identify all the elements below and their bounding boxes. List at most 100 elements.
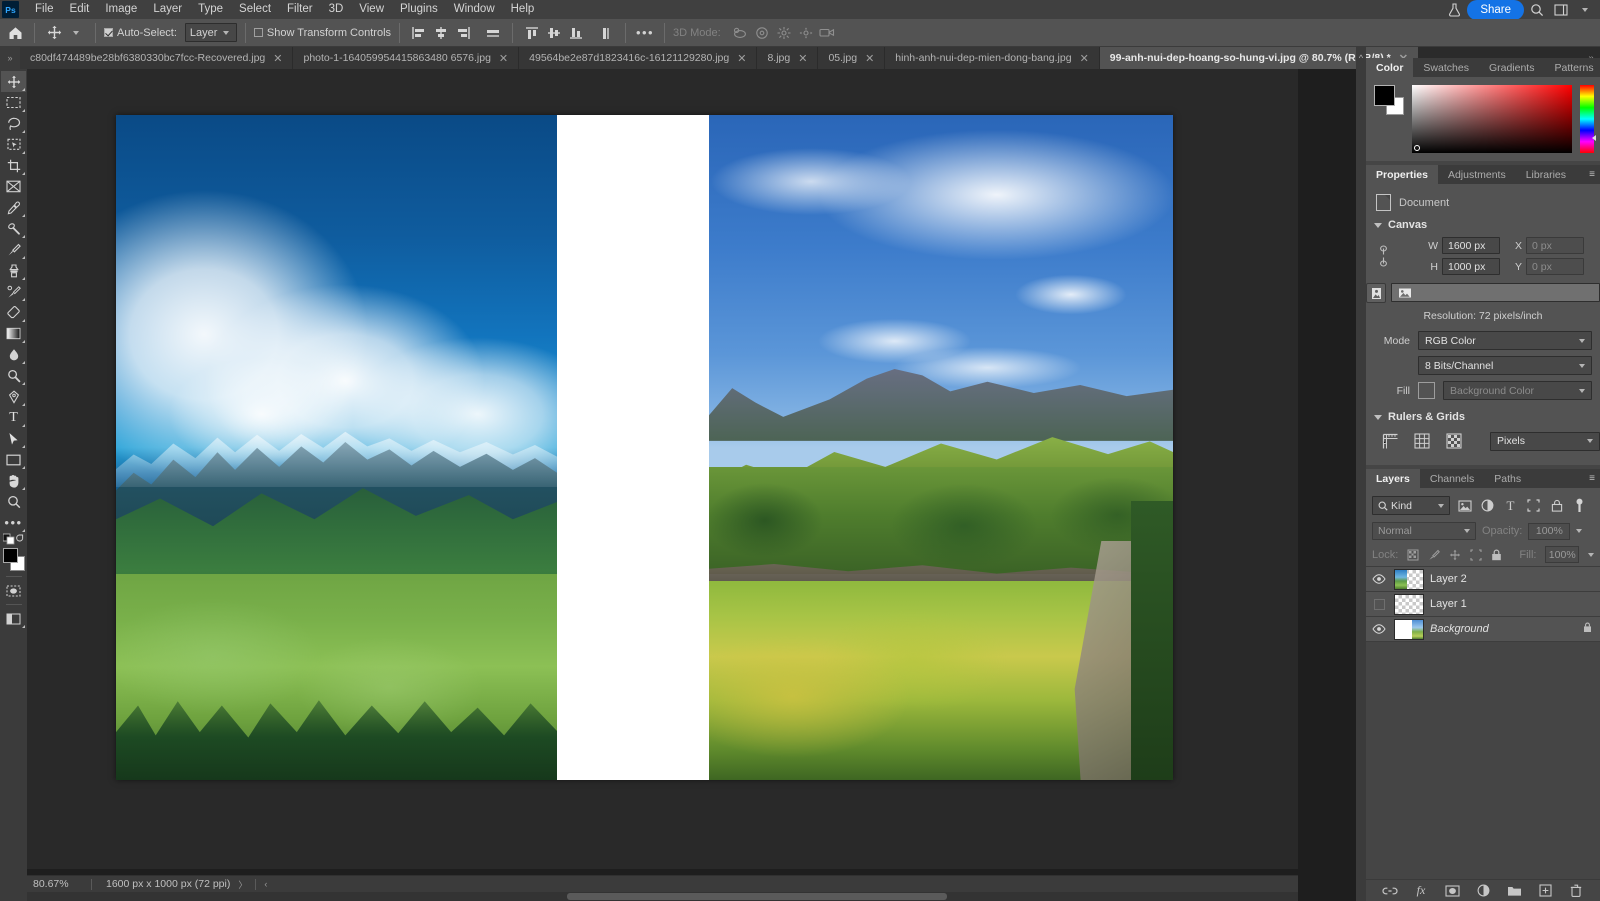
lock-image-pixels-icon[interactable]	[1428, 548, 1441, 562]
tab-gradients[interactable]: Gradients	[1478, 58, 1545, 77]
delete-layer-icon[interactable]	[1568, 883, 1584, 899]
fill-input[interactable]: 100%	[1545, 546, 1579, 563]
filter-shape-icon[interactable]	[1525, 497, 1542, 514]
adjustment-layer-icon[interactable]	[1475, 883, 1491, 899]
lock-position-icon[interactable]	[1449, 548, 1461, 562]
move-tool-icon[interactable]	[43, 22, 65, 44]
home-icon[interactable]	[4, 22, 26, 44]
tab-document-6[interactable]: hinh-anh-nui-dep-mien-dong-bang.jpg ✕	[885, 47, 1100, 69]
layer-thumbnail[interactable]	[1394, 568, 1424, 590]
tool-eraser[interactable]	[1, 302, 26, 323]
layer-row-layer-1[interactable]: Layer 1	[1366, 592, 1600, 617]
portrait-orientation-icon[interactable]	[1366, 283, 1386, 303]
status-expand-icon[interactable]: 〉	[230, 878, 255, 891]
tool-rectangle[interactable]	[1, 449, 26, 470]
move-tool-flyout-chevron-down-icon[interactable]	[65, 22, 87, 44]
color-mode-dropdown[interactable]: RGB Color	[1418, 331, 1592, 350]
width-input[interactable]: 1600 px	[1442, 237, 1500, 254]
tab-document-5[interactable]: 05.jpg ✕	[818, 47, 886, 69]
flask-icon[interactable]	[1443, 0, 1465, 21]
tool-frame[interactable]	[1, 176, 26, 197]
color-panel-swatches[interactable]	[1374, 85, 1404, 115]
workspace-icon[interactable]	[1550, 0, 1572, 21]
tool-horizontal-type[interactable]: T	[1, 407, 26, 428]
screen-mode-icon[interactable]	[1, 608, 26, 629]
link-dimensions-icon[interactable]	[1372, 245, 1394, 267]
landscape-orientation-icon[interactable]	[1391, 283, 1600, 302]
rulers-grids-section-header[interactable]: Rulers & Grids	[1366, 407, 1600, 427]
tab-document-4[interactable]: 8.jpg ✕	[757, 47, 819, 69]
color-spectrum-field[interactable]	[1412, 85, 1572, 153]
menu-filter[interactable]: Filter	[279, 0, 321, 19]
align-vertical-centers-icon[interactable]	[543, 22, 565, 44]
opacity-input[interactable]: 100%	[1528, 522, 1571, 540]
layer-name[interactable]: Layer 2	[1430, 573, 1600, 585]
tool-object-selection[interactable]	[1, 134, 26, 155]
fill-color-swatch[interactable]	[1418, 382, 1435, 399]
tab-layers[interactable]: Layers	[1366, 469, 1420, 488]
fill-dropdown[interactable]: Background Color	[1443, 381, 1592, 400]
layer-thumbnail[interactable]	[1394, 618, 1424, 640]
layers-panel-menu[interactable]: ≡	[1531, 469, 1600, 488]
quick-mask-icon[interactable]	[1, 580, 26, 601]
chevron-up-icon[interactable]: ^	[1359, 53, 1363, 63]
layer-visibility-toggle-empty[interactable]	[1370, 598, 1388, 610]
layer-row-layer-2[interactable]: Layer 2	[1366, 567, 1600, 592]
layer-styles-icon[interactable]: fx	[1413, 883, 1429, 899]
align-horizontal-centers-icon[interactable]	[430, 22, 452, 44]
layer-visibility-eye-icon[interactable]	[1370, 574, 1388, 584]
y-input[interactable]: 0 px	[1526, 258, 1584, 275]
filter-type-icon[interactable]: T	[1502, 497, 1519, 514]
close-icon[interactable]: ✕	[865, 52, 874, 65]
tool-blur[interactable]	[1, 344, 26, 365]
menu-help[interactable]: Help	[503, 0, 543, 19]
tool-zoom[interactable]	[1, 491, 26, 512]
menu-image[interactable]: Image	[97, 0, 145, 19]
rulers-icon[interactable]	[1380, 431, 1400, 451]
menu-3d[interactable]: 3D	[321, 0, 352, 19]
close-icon[interactable]: ✕	[499, 52, 508, 65]
filter-adjustment-icon[interactable]	[1479, 497, 1496, 514]
align-left-edges-icon[interactable]	[408, 22, 430, 44]
grid-icon[interactable]	[1412, 431, 1432, 451]
units-dropdown[interactable]: Pixels	[1490, 431, 1600, 451]
tab-adjustments[interactable]: Adjustments	[1437, 165, 1516, 184]
link-layers-icon[interactable]	[1382, 883, 1398, 899]
share-button[interactable]: Share	[1467, 0, 1524, 20]
blend-mode-dropdown[interactable]: Normal	[1372, 522, 1476, 540]
tool-edit-toolbar[interactable]: •••	[1, 512, 26, 533]
tool-rectangular-marquee[interactable]	[1, 92, 26, 113]
tab-document-3[interactable]: 49564be2e87d1823416c-16121129280.jpg ✕	[519, 47, 758, 69]
tool-gradient[interactable]	[1, 323, 26, 344]
tab-libraries[interactable]: Libraries	[1515, 165, 1576, 184]
properties-panel-menu[interactable]: ≡	[1576, 165, 1600, 184]
menu-file[interactable]: File	[27, 0, 62, 19]
tool-path-selection[interactable]	[1, 428, 26, 449]
align-bottom-edges-icon[interactable]	[565, 22, 587, 44]
fill-chevron-down-icon[interactable]	[1588, 552, 1594, 557]
menu-plugins[interactable]: Plugins	[392, 0, 446, 19]
scrollbar-thumb[interactable]	[567, 893, 947, 900]
layer-mask-icon[interactable]	[1444, 883, 1460, 899]
tab-color[interactable]: Color	[1366, 58, 1414, 77]
menu-window[interactable]: Window	[446, 0, 503, 19]
lock-artboard-nesting-icon[interactable]	[1470, 548, 1482, 562]
tab-swatches[interactable]: Swatches	[1413, 58, 1479, 77]
tab-properties[interactable]: Properties	[1366, 165, 1438, 184]
tool-move[interactable]	[1, 71, 26, 92]
filter-smart-object-icon[interactable]	[1548, 497, 1565, 514]
dock-collapse-rail[interactable]: ^	[1356, 47, 1366, 901]
tab-overflow-icon[interactable]: »	[0, 47, 20, 69]
menu-layer[interactable]: Layer	[145, 0, 190, 19]
tab-document-2[interactable]: photo-1-164059954415863480 6576.jpg ✕	[293, 47, 520, 69]
zoom-level[interactable]: 80.67%	[27, 878, 91, 890]
new-layer-icon[interactable]	[1537, 883, 1553, 899]
chevron-down-icon[interactable]	[1574, 0, 1596, 21]
align-right-edges-icon[interactable]	[452, 22, 474, 44]
layer-filter-kind-dropdown[interactable]: Kind	[1372, 496, 1450, 515]
auto-select-checkbox[interactable]	[104, 28, 113, 37]
distribute-vertical-icon[interactable]	[595, 22, 617, 44]
opacity-chevron-down-icon[interactable]	[1576, 529, 1583, 533]
tool-lasso[interactable]	[1, 113, 26, 134]
tool-history-brush[interactable]	[1, 281, 26, 302]
